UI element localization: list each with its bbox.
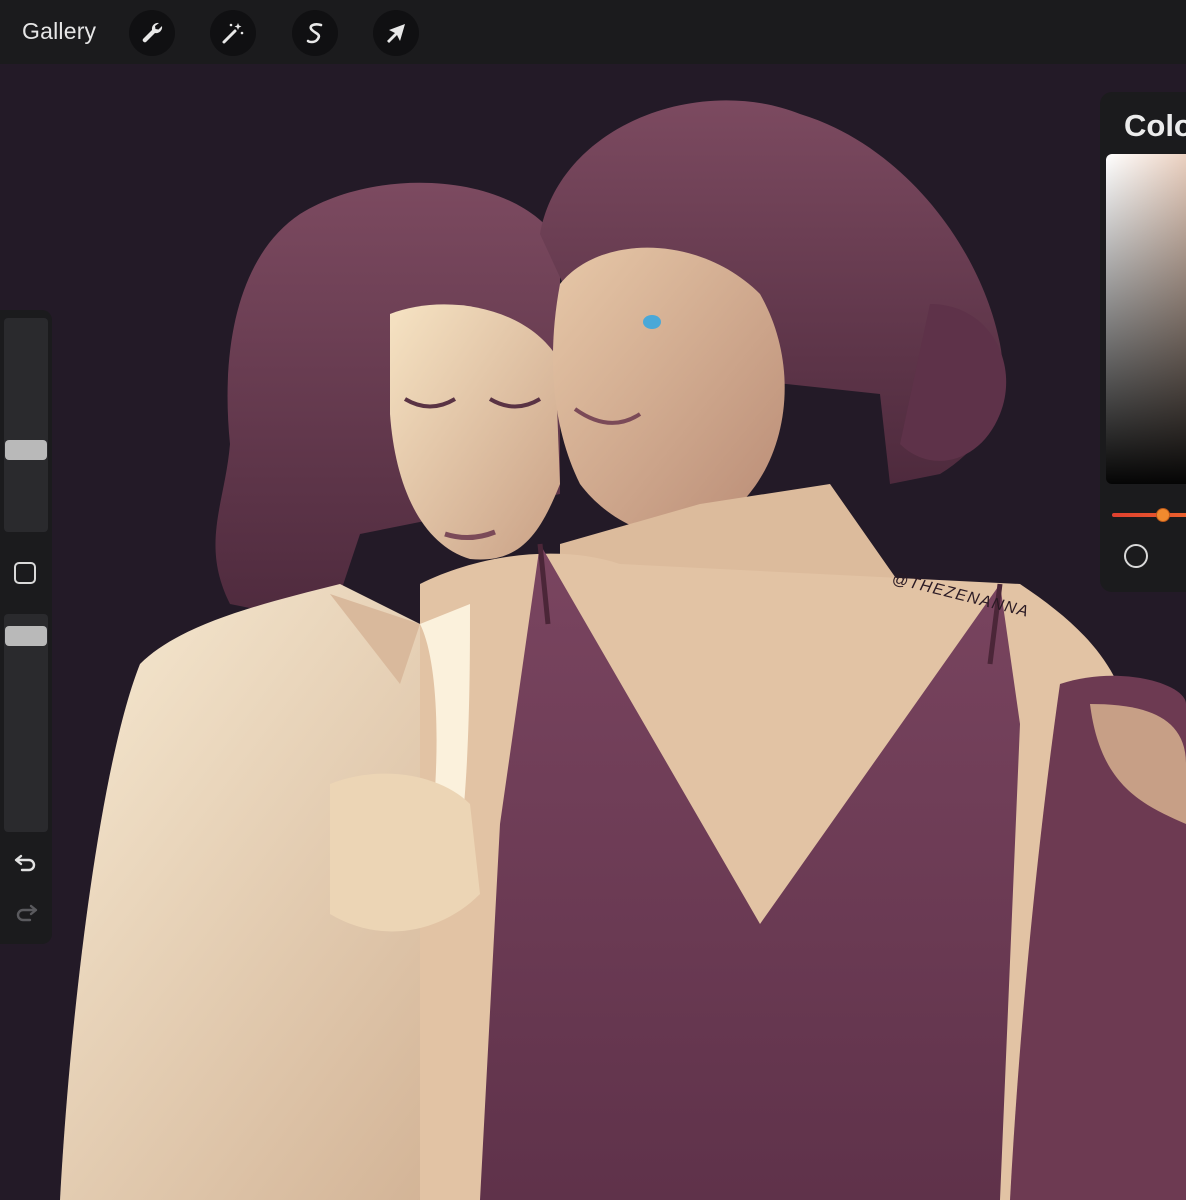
selection-button[interactable] [292, 10, 338, 56]
undo-icon [14, 854, 36, 872]
brush-size-thumb[interactable] [5, 440, 47, 460]
selection-s-icon [306, 23, 323, 44]
color-history-swatch[interactable] [1124, 544, 1148, 568]
modify-button[interactable] [14, 562, 36, 584]
hue-slider-knob[interactable] [1156, 508, 1170, 522]
color-picker-area[interactable] [1106, 154, 1186, 484]
undo-button[interactable] [12, 848, 40, 876]
color-panel: Colo [1100, 92, 1186, 592]
brush-sidebar [0, 310, 52, 944]
magic-wand-icon [222, 23, 244, 44]
opacity-slider[interactable] [4, 614, 48, 832]
actions-button[interactable] [129, 10, 175, 56]
gallery-button[interactable]: Gallery [22, 18, 96, 45]
arrow-cursor-icon [387, 24, 405, 43]
top-toolbar: Gallery [0, 0, 1186, 64]
transform-button[interactable] [373, 10, 419, 56]
drawing-canvas[interactable]: @THEZENANNA [0, 64, 1186, 1200]
hue-slider[interactable] [1112, 513, 1186, 517]
adjustments-button[interactable] [210, 10, 256, 56]
opacity-thumb[interactable] [5, 626, 47, 646]
brush-size-slider[interactable] [4, 318, 48, 532]
artwork-illustration [60, 100, 1186, 1200]
color-panel-title: Colo [1124, 108, 1186, 143]
redo-icon [16, 904, 38, 922]
redo-button[interactable] [12, 898, 40, 926]
wrench-icon [142, 22, 163, 43]
